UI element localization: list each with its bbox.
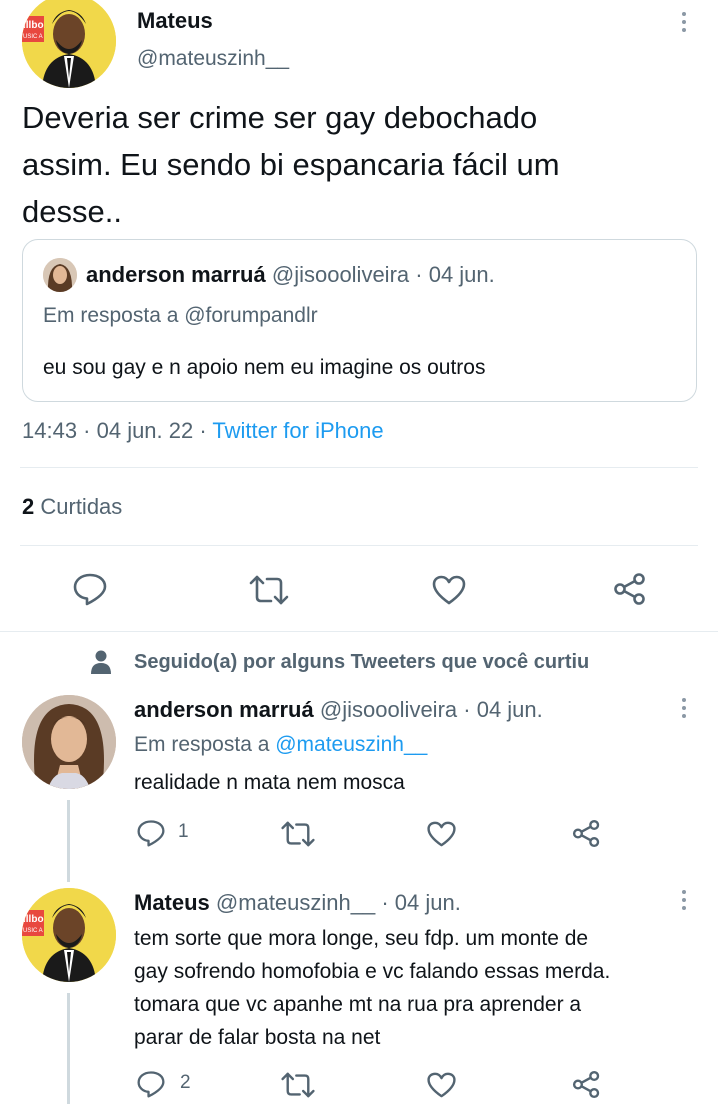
thread-line xyxy=(67,993,70,1104)
quote-author-handle: @jisoooliveira xyxy=(271,262,410,287)
author-avatar[interactable]: illbo USIC A xyxy=(22,0,116,88)
tweet-meta: 14:43 · 04 jun. 22 · Twitter for iPhone xyxy=(22,418,384,444)
avatar-image xyxy=(43,258,77,292)
share-icon[interactable] xyxy=(612,572,648,606)
likes-count: 2 xyxy=(22,494,35,519)
section-divider xyxy=(0,631,718,632)
reply-icon[interactable] xyxy=(135,1070,167,1098)
svg-text:USIC A: USIC A xyxy=(23,928,43,934)
share-icon[interactable] xyxy=(571,819,602,848)
like-icon[interactable] xyxy=(426,820,457,848)
author-avatar[interactable] xyxy=(22,695,116,789)
svg-text:USIC A: USIC A xyxy=(23,34,43,40)
reply-to-handle[interactable]: @mateuszinh__ xyxy=(275,733,427,756)
tweet-timestamp: 14:43 · 04 jun. 22 · xyxy=(22,418,213,443)
reply-count: 2 xyxy=(180,1072,191,1093)
divider xyxy=(20,467,698,468)
thread-line xyxy=(67,800,70,882)
more-options-icon[interactable] xyxy=(682,698,686,722)
retweet-icon[interactable] xyxy=(248,574,290,606)
reply-to-prefix: Em resposta a xyxy=(134,733,276,756)
author-handle[interactable]: @jisoooliveira xyxy=(320,697,457,722)
avatar-image xyxy=(22,695,116,789)
tweet-text-line: assim. Eu sendo bi espancaria fácil um xyxy=(22,147,560,182)
svg-text:illbo: illbo xyxy=(23,914,44,925)
svg-text:illbo: illbo xyxy=(23,20,44,31)
reply-icon[interactable] xyxy=(135,819,167,847)
tweet-date[interactable]: · 04 jun. xyxy=(381,890,461,915)
author-name[interactable]: Mateus xyxy=(137,8,213,34)
quote-text: eu sou gay e n apoio nem eu imagine os o… xyxy=(43,356,486,379)
retweet-icon[interactable] xyxy=(280,820,316,848)
tweet-date[interactable]: · 04 jun. xyxy=(463,697,543,722)
reply-icon[interactable] xyxy=(72,572,108,606)
tweet-text-line: Deveria ser crime ser gay debochado xyxy=(22,100,538,135)
avatar-image: illbo USIC A xyxy=(22,0,116,88)
likes-label: Curtidas xyxy=(40,494,123,519)
reply-count: 1 xyxy=(178,821,189,842)
reply-header: anderson marruá @jisoooliveira · 04 jun. xyxy=(134,697,543,723)
author-handle[interactable]: @mateuszinh__ xyxy=(137,47,289,71)
tweet-text-line: gay sofrendo homofobia e vc falando essa… xyxy=(134,960,611,983)
reply-header: Mateus @mateuszinh__ · 04 jun. xyxy=(134,890,461,916)
quote-header: anderson marruá @jisoooliveira · 04 jun. xyxy=(86,262,495,288)
author-avatar[interactable]: illbo USIC A xyxy=(22,888,116,982)
quoted-tweet-card[interactable]: anderson marruá @jisoooliveira · 04 jun.… xyxy=(22,239,697,402)
likes-stat[interactable]: 2 Curtidas xyxy=(22,494,122,520)
tweet-text: tem sorte que mora longe, seu fdp. um mo… xyxy=(134,922,610,1054)
social-context: Seguido(a) por alguns Tweeters que você … xyxy=(134,651,590,673)
tweet-text: Deveria ser crime ser gay debochado assi… xyxy=(22,94,560,235)
divider xyxy=(20,545,698,546)
like-icon[interactable] xyxy=(426,1071,457,1099)
more-options-icon[interactable] xyxy=(682,890,686,914)
tweet-text-line: tem sorte que mora longe, seu fdp. um mo… xyxy=(134,927,589,950)
like-icon[interactable] xyxy=(431,574,467,606)
quote-author-avatar xyxy=(43,258,77,292)
avatar-image: illbo USIC A xyxy=(22,888,116,982)
author-name[interactable]: anderson marruá xyxy=(134,697,314,722)
person-icon xyxy=(91,650,111,674)
author-handle[interactable]: @mateuszinh__ xyxy=(216,890,375,915)
quote-date: · 04 jun. xyxy=(415,262,495,287)
quote-reply-to: Em resposta a @forumpandlr xyxy=(43,304,318,327)
quote-author-name: anderson marruá xyxy=(86,262,266,287)
tweet-text-line: tomara que vc apanhe mt na rua pra apren… xyxy=(134,993,582,1016)
tweet-text: realidade n mata nem mosca xyxy=(134,771,405,794)
reply-to: Em resposta a @mateuszinh__ xyxy=(134,733,427,757)
share-icon[interactable] xyxy=(571,1070,602,1099)
tweet-text-line: desse.. xyxy=(22,194,122,229)
author-name[interactable]: Mateus xyxy=(134,890,210,915)
tweet-text-line: parar de falar bosta na net xyxy=(134,1026,381,1049)
retweet-icon[interactable] xyxy=(280,1071,316,1099)
tweet-source-link[interactable]: Twitter for iPhone xyxy=(212,418,383,443)
more-options-icon[interactable] xyxy=(682,12,686,36)
